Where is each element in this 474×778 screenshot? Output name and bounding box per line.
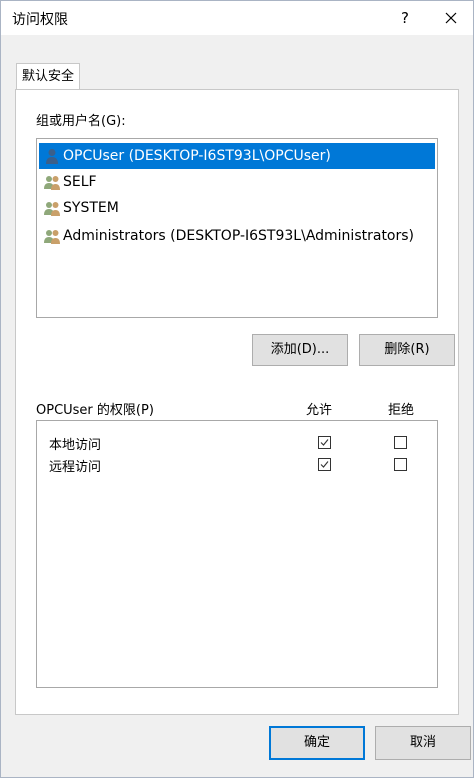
user-name: Administrators (DESKTOP-I6ST93L\Administ… [63,228,415,244]
single-user-icon [46,149,58,164]
list-item-self[interactable]: SELF [39,169,435,195]
users-label: 组或用户名(G): [36,114,126,129]
user-group-icon [44,230,60,244]
access-permission-dialog: 访问权限 ? 默认安全 组或用户名(G): OPCUser (DESKTOP-I… [0,0,474,778]
remove-button[interactable]: 删除(R) [359,334,455,366]
checkmark-icon [320,439,329,446]
user-name: OPCUser (DESKTOP-I6ST93L\OPCUser) [63,148,331,164]
checkmark-icon [320,461,329,468]
cancel-button[interactable]: 取消 [375,726,471,760]
close-button[interactable] [429,1,473,35]
help-button[interactable]: ? [385,1,425,35]
user-name: SELF [63,174,97,190]
add-button[interactable]: 添加(D)... [252,334,348,366]
close-icon [445,12,457,24]
permission-name: 远程访问 [49,460,102,475]
permission-row-local-access: 本地访问 [37,431,437,455]
window-title: 访问权限 [12,12,68,28]
permissions-label: OPCUser 的权限(P) [36,403,154,418]
deny-checkbox[interactable] [394,436,407,449]
user-name: SYSTEM [63,200,119,216]
list-item-administrators[interactable]: Administrators (DESKTOP-I6ST93L\Administ… [39,223,435,249]
user-group-icon [44,202,60,216]
default-security-panel: 组或用户名(G): OPCUser (DESKTOP-I6ST93L\OPCUs… [15,89,459,715]
permissions-list: 本地访问 远程访问 [36,420,438,688]
list-item-opcuser[interactable]: OPCUser (DESKTOP-I6ST93L\OPCUser) [39,143,435,169]
tab-default-security[interactable]: 默认安全 [16,63,80,90]
permission-row-remote-access: 远程访问 [37,453,437,477]
permission-name: 本地访问 [49,438,102,453]
allow-checkbox-checked[interactable] [318,458,331,471]
title-bar: 访问权限 ? [1,1,473,35]
deny-column-header: 拒绝 [388,403,415,418]
user-group-icon [44,176,60,190]
allow-column-header: 允许 [306,403,333,418]
allow-checkbox-checked[interactable] [318,436,331,449]
deny-checkbox[interactable] [394,458,407,471]
users-list[interactable]: OPCUser (DESKTOP-I6ST93L\OPCUser) SELF S… [36,138,438,318]
tab-strip: 默认安全 [1,35,473,90]
list-item-system[interactable]: SYSTEM [39,195,435,221]
ok-button[interactable]: 确定 [269,726,365,760]
